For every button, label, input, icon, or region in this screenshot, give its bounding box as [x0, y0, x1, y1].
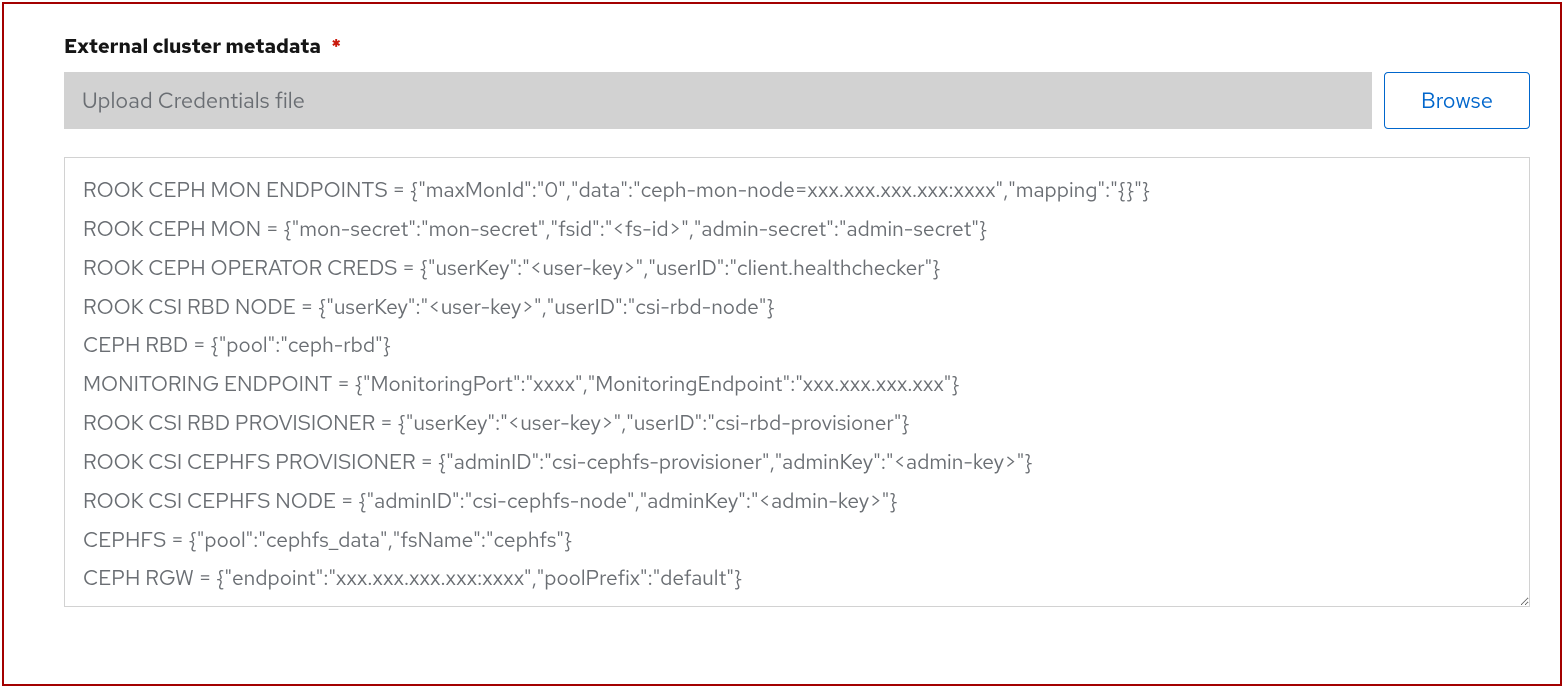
form-panel: External cluster metadata * Upload Crede… — [2, 2, 1562, 686]
browse-button[interactable]: Browse — [1384, 72, 1530, 129]
upload-filename-display: Upload Credentials file — [64, 72, 1372, 129]
upload-row: Upload Credentials file Browse — [64, 72, 1530, 129]
field-label-text: External cluster metadata — [64, 34, 321, 60]
required-asterisk: * — [331, 34, 341, 60]
metadata-textarea[interactable] — [64, 157, 1530, 607]
field-label-row: External cluster metadata * — [64, 34, 1530, 60]
